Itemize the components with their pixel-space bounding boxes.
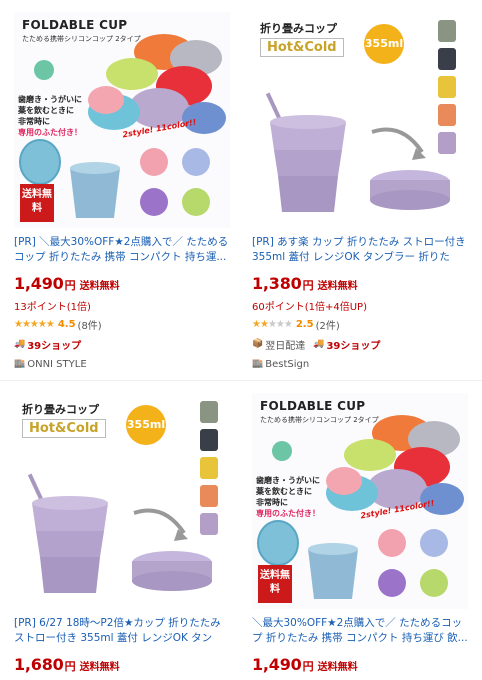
review-count: (2件) [315,320,340,332]
points: 13ポイント(1倍) [14,302,91,313]
truck-icon: 🚚 [14,339,26,349]
image-notes: 歯磨き・うがいに 薬を飲むときに 非常時に 専用のふた付き！ [256,476,320,518]
yen-label: 円 [64,279,76,292]
yen-label: 円 [302,279,314,292]
free-shipping-badge: 送料無料 [258,565,292,603]
shipping-label: 送料無料 [79,281,120,292]
next-day-tag: 📦 翌日配達 [252,339,306,352]
product-card[interactable]: 折り畳みコップ Hot&Cold 355ml [PR] あす楽 カップ 折りたた… [252,12,482,371]
volume-badge: 355ml [364,24,404,64]
image-title: FOLDABLE CUP [260,399,366,413]
product-title-link[interactable]: ＼最大30%OFF★2点購入で／ たためるコップ 折りたたみ 携帯 コンパクト … [252,616,468,646]
star-rating-icon: ★★★★★ [252,318,293,330]
free-shipping-badge: 送料無料 [20,184,54,222]
product-card[interactable]: 折り畳みコップ Hot&Cold 355ml [PR] 6/27 18時〜P2倍… [14,393,244,677]
hotcold-label: Hot&Cold [260,38,344,57]
product-title-link[interactable]: [PR] あす楽 カップ 折りたたみ ストロー付き 355ml 蓋付 レンジOK… [252,235,468,265]
price: 1,490 [14,274,64,293]
row-divider [0,380,482,381]
product-title-link[interactable]: [PR] 6/27 18時〜P2倍★カップ 折りたたみ ストロー付き 355ml… [14,616,230,646]
box-icon: 📦 [252,339,264,349]
shop39-tag: 🚚 39ショップ [313,339,381,352]
price: 1,490 [252,655,302,674]
rating[interactable]: ★★★★★ 2.5 (2件) [252,317,482,332]
yen-label: 円 [302,660,314,673]
store-icon: 🏬 [252,359,264,369]
product-card[interactable]: FOLDABLE CUP たためる携帯シリコンコップ 2タイプ 歯磨き・うがいに… [252,393,482,677]
tags: 🚚 39ショップ [14,337,244,352]
shop-name: BestSign [265,358,310,370]
product-image[interactable]: 折り畳みコップ Hot&Cold 355ml [252,12,468,228]
image-subtitle: たためる携帯シリコンコップ 2タイプ [22,35,141,43]
product-title-link[interactable]: [PR] ＼最大30%OFF★2点購入で／ たためるコップ 折りたたみ 携帯 コ… [14,235,230,265]
truck-icon: 🚚 [313,339,325,349]
price-row: 1,490 円 送料無料 [252,655,482,677]
image-notes: 歯磨き・うがいに 薬を飲むときに 非常時に 専用のふた付き！ [18,95,82,137]
store-icon: 🏬 [14,359,26,369]
image-subtitle: たためる携帯シリコンコップ 2タイプ [260,416,379,424]
price-row: 1,680 円 送料無料 [14,655,244,677]
product-card[interactable]: FOLDABLE CUP たためる携帯シリコンコップ 2タイプ 歯磨き・うがいに… [14,12,244,371]
rating-score: 2.5 [295,318,314,330]
image-title: FOLDABLE CUP [22,18,128,32]
price-row: 1,490 円 送料無料 [14,274,244,296]
shop39-tag: 🚚 39ショップ [14,339,82,352]
product-image[interactable]: FOLDABLE CUP たためる携帯シリコンコップ 2タイプ 歯磨き・うがいに… [14,12,230,228]
points: 60ポイント(1倍+4倍UP) [252,302,367,313]
rating[interactable]: ★★★★★ 4.5 (8件) [14,317,244,332]
shipping-label: 送料無料 [79,662,120,673]
image-title: 折り畳みコップ [22,403,99,416]
shipping-label: 送料無料 [317,662,358,673]
yen-label: 円 [64,660,76,673]
price: 1,380 [252,274,302,293]
star-rating-icon: ★★★★★ [14,318,55,330]
product-image[interactable]: 折り畳みコップ Hot&Cold 355ml [14,393,230,609]
price-row: 1,380 円 送料無料 [252,274,482,296]
shipping-label: 送料無料 [317,281,358,292]
shop-link[interactable]: 🏬 ONNI STYLE [14,357,244,371]
tags: 📦 翌日配達 🚚 39ショップ [252,337,482,352]
volume-badge: 355ml [126,405,166,445]
product-grid: FOLDABLE CUP たためる携帯シリコンコップ 2タイプ 歯磨き・うがいに… [0,0,482,680]
image-title: 折り畳みコップ [260,22,337,35]
shop-link[interactable]: 🏬 BestSign [252,357,482,371]
shop-name: ONNI STYLE [27,358,87,370]
review-count: (8件) [77,320,102,332]
rating-score: 4.5 [57,318,76,330]
price: 1,680 [14,655,64,674]
product-image[interactable]: FOLDABLE CUP たためる携帯シリコンコップ 2タイプ 歯磨き・うがいに… [252,393,468,609]
hotcold-label: Hot&Cold [22,419,106,438]
